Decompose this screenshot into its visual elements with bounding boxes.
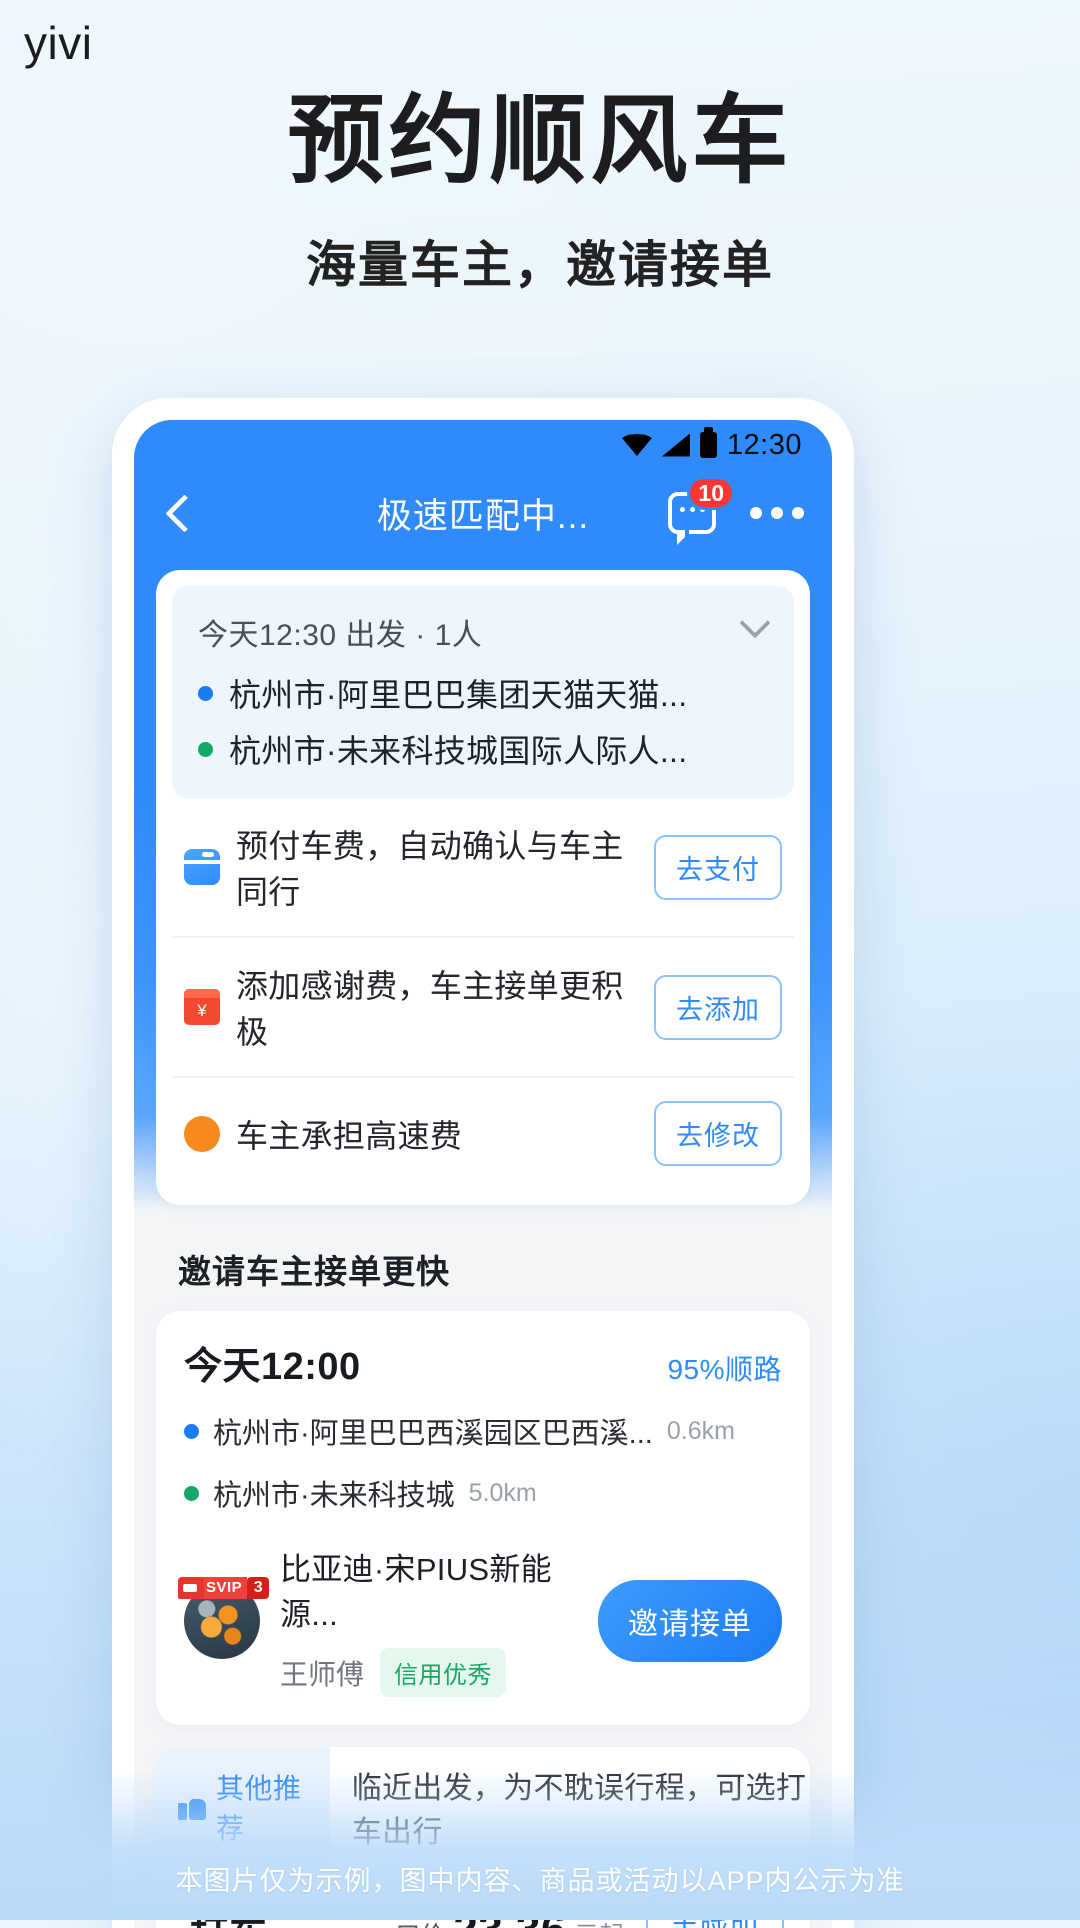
trip-card: 今天12:30 出发 · 1人 杭州市·阿里巴巴集团天猫天猫... 杭州市·未来… bbox=[156, 570, 810, 1205]
status-time: 12:30 bbox=[727, 429, 802, 462]
recommend-header: 其他推荐 临近出发，为不耽误行程，可选打车出行 bbox=[156, 1747, 810, 1867]
driver-origin-row: 杭州市·阿里巴巴西溪园区巴西溪... 0.6km bbox=[184, 1410, 782, 1452]
crown-icon bbox=[178, 1577, 204, 1599]
battery-icon bbox=[700, 432, 717, 458]
status-bar: 12:30 bbox=[134, 420, 832, 470]
service-label: 预付车费，自动确认与车主同行 bbox=[236, 821, 654, 913]
driver-origin-distance: 0.6km bbox=[667, 1417, 735, 1446]
call-taxi-button[interactable]: 去呼叫 bbox=[646, 1893, 784, 1928]
price-unit: 元起 bbox=[574, 1916, 624, 1928]
chevron-down-icon[interactable] bbox=[742, 612, 768, 638]
origin-dot-icon bbox=[198, 686, 213, 701]
invite-button[interactable]: 邀请接单 bbox=[598, 1580, 782, 1662]
driver-origin-label: 杭州市·阿里巴巴西溪园区巴西溪... bbox=[213, 1410, 653, 1452]
destination-dot-icon bbox=[198, 742, 213, 757]
price-block: 一口价 23.36 元起 bbox=[370, 1905, 624, 1928]
svip-level: 3 bbox=[247, 1577, 269, 1599]
driver-car-label: 比亚迪·宋PIUS新能源... bbox=[280, 1544, 598, 1634]
chat-badge: 10 bbox=[687, 476, 735, 510]
trip-summary-box[interactable]: 今天12:30 出发 · 1人 杭州市·阿里巴巴集团天猫天猫... 杭州市·未来… bbox=[172, 586, 794, 798]
driver-destination-distance: 5.0km bbox=[469, 1479, 537, 1508]
section-title: 邀请车主接单更快 bbox=[178, 1245, 832, 1293]
hero-subheadline: 海量车主，邀请接单 bbox=[0, 240, 1080, 290]
svip-label: SVIP bbox=[201, 1577, 247, 1599]
driver-depart-time: 今天12:00 bbox=[184, 1335, 361, 1390]
match-rate-label: 95%顺路 bbox=[667, 1348, 782, 1388]
signal-icon bbox=[662, 434, 690, 457]
price-label: 一口价 bbox=[370, 1916, 445, 1928]
phone-mockup: 12:30 极速匹配中... 10 bbox=[112, 398, 854, 1928]
destination-label: 杭州市·未来科技城国际人际人... bbox=[229, 726, 687, 772]
price-value: 23.36 bbox=[453, 1905, 566, 1928]
add-tip-button[interactable]: 去添加 bbox=[654, 975, 782, 1040]
service-label: 车主承担高速费 bbox=[236, 1111, 462, 1157]
phone-screen: 12:30 极速匹配中... 10 bbox=[134, 420, 832, 1928]
service-row-tip: 添加感谢费，车主接单更积极 去添加 bbox=[172, 938, 794, 1078]
yen-coin-icon bbox=[184, 1116, 220, 1152]
thumbs-up-icon bbox=[178, 1794, 206, 1820]
destination-row: 杭州市·未来科技城国际人际人... bbox=[198, 726, 768, 772]
recommend-tip: 临近出发，为不耽误行程，可选打车出行 bbox=[330, 1747, 810, 1867]
destination-dot-icon bbox=[184, 1486, 199, 1501]
chevron-left-icon[interactable] bbox=[162, 496, 196, 530]
modify-button[interactable]: 去修改 bbox=[654, 1101, 782, 1166]
origin-row: 杭州市·阿里巴巴集团天猫天猫... bbox=[198, 670, 768, 716]
taxi-title: 打车 bbox=[190, 1903, 268, 1928]
nav-actions: 10 bbox=[668, 492, 804, 534]
driver-meta: 比亚迪·宋PIUS新能源... 王师傅 信用优秀 bbox=[280, 1544, 598, 1697]
driver-name-row: 王师傅 信用优秀 bbox=[280, 1648, 598, 1697]
driver-card[interactable]: 今天12:00 95%顺路 杭州市·阿里巴巴西溪园区巴西溪... 0.6km 杭… bbox=[156, 1311, 810, 1725]
driver-destination-row: 杭州市·未来科技城 5.0km bbox=[184, 1472, 782, 1514]
hero-headline: 预约顺风车 bbox=[0, 92, 1080, 189]
app-header-area: 12:30 极速匹配中... 10 bbox=[134, 420, 832, 1211]
service-label: 添加感谢费，车主接单更积极 bbox=[236, 961, 654, 1053]
footer-disclaimer: 本图片仅为示例，图中内容、商品或活动以APP内公示为准 bbox=[0, 1859, 1080, 1898]
red-envelope-icon bbox=[184, 989, 220, 1025]
avatar[interactable]: SVIP 3 bbox=[184, 1583, 260, 1659]
chat-bubble-icon[interactable]: 10 bbox=[668, 492, 716, 534]
pay-button[interactable]: 去支付 bbox=[654, 835, 782, 900]
driver-name: 王师傅 bbox=[280, 1653, 364, 1693]
nav-bar: 极速匹配中... 10 bbox=[134, 470, 832, 556]
svip-badge: SVIP 3 bbox=[178, 1573, 269, 1603]
credit-badge: 信用优秀 bbox=[380, 1648, 506, 1697]
driver-card-header: 今天12:00 95%顺路 bbox=[184, 1335, 782, 1390]
depart-info: 今天12:30 出发 · 1人 bbox=[198, 610, 768, 654]
bank-card-icon bbox=[184, 849, 220, 885]
driver-info-row: SVIP 3 比亚迪·宋PIUS新能源... 王师傅 信用优秀 邀请接单 bbox=[184, 1544, 782, 1697]
wifi-icon bbox=[622, 434, 652, 456]
brand-logo: yivi bbox=[24, 16, 92, 70]
service-row-highway: 车主承担高速费 去修改 bbox=[172, 1078, 794, 1189]
origin-label: 杭州市·阿里巴巴集团天猫天猫... bbox=[229, 670, 687, 716]
recommend-tag: 其他推荐 bbox=[156, 1747, 330, 1867]
more-dots-icon[interactable] bbox=[750, 507, 804, 519]
origin-dot-icon bbox=[184, 1424, 199, 1439]
service-row-prepay: 预付车费，自动确认与车主同行 去支付 bbox=[172, 798, 794, 938]
driver-destination-label: 杭州市·未来科技城 bbox=[213, 1472, 455, 1514]
recommend-tag-label: 其他推荐 bbox=[216, 1767, 306, 1847]
recommend-card: 其他推荐 临近出发，为不耽误行程，可选打车出行 打车 一口价 23.36 元起 … bbox=[156, 1747, 810, 1928]
